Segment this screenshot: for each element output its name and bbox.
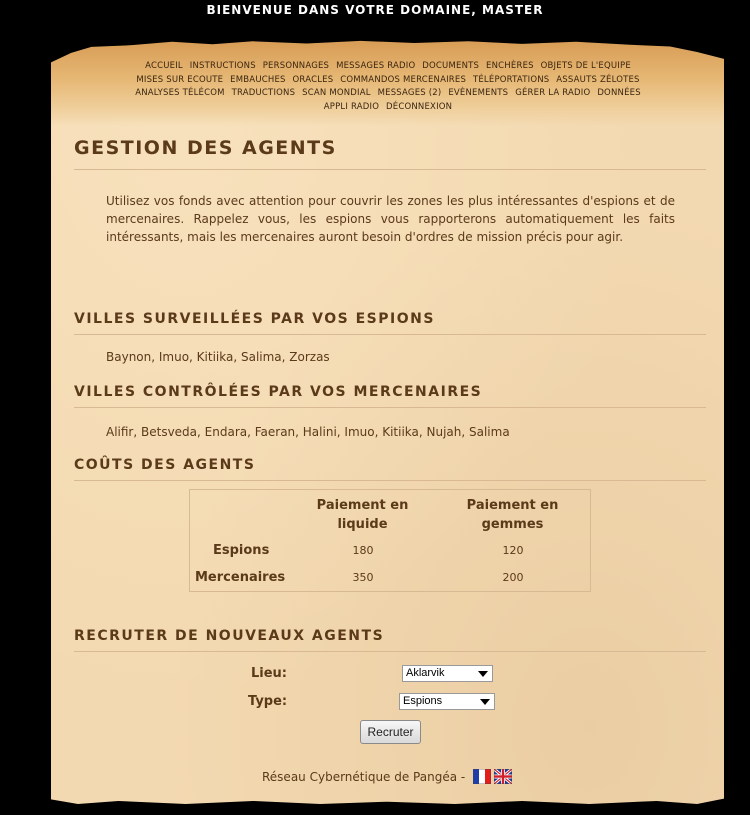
costs-header-cash: Paiement en liquide [305,496,420,534]
main-nav: ACCUEIL INSTRUCTIONS PERSONNAGES MESSAGE… [120,60,656,114]
nav-commandos-mercenaires[interactable]: COMMANDOS MERCENAIRES [340,75,466,85]
nav-donnees[interactable]: DONNÉES [597,88,641,98]
nav-line-4: APPLI RADIO DÉCONNEXION [120,101,656,115]
nav-mises-sur-ecoute[interactable]: MISES SUR ECOUTE [136,75,223,85]
type-select[interactable]: Espions [399,693,495,710]
nav-line-3: ANALYSES TÉLÉCOM TRADUCTIONS SCAN MONDIA… [120,87,656,101]
spies-section-title: VILLES SURVEILLÉES PAR VOS ESPIONS [74,311,706,335]
recruit-section-title: RECRUTER DE NOUVEAUX AGENTS [74,628,706,652]
intro-text: Utilisez vos fonds avec attention pour c… [106,194,675,244]
costs-cell: 350 [352,571,374,584]
nav-instructions[interactable]: INSTRUCTIONS [190,61,256,71]
costs-cell: 200 [502,571,524,584]
chevron-down-icon [480,699,490,705]
nav-encheres[interactable]: ENCHÈRES [486,61,534,71]
nav-evenements[interactable]: EVÈNEMENTS [448,88,508,98]
nav-analyses-telecom[interactable]: ANALYSES TÉLÉCOM [135,88,224,98]
costs-table: Paiement en liquide Paiement en gemmes E… [189,489,591,592]
costs-header-cash-line1: Paiement en [316,498,409,513]
lieu-select[interactable]: Aklarvik [402,665,493,682]
nav-teleportations[interactable]: TÉLÉPORTATIONS [473,75,549,85]
recruit-button[interactable]: Recruter [360,720,421,744]
welcome-banner: BIENVENUE DANS VOTRE DOMAINE, MASTER [206,3,544,17]
nav-documents[interactable]: DOCUMENTS [422,61,479,71]
spies-city-list: Baynon, Imuo, Kitiika, Salima, Zorzas [106,350,330,364]
uk-flag-icon[interactable] [494,769,512,784]
nav-line-2: MISES SUR ECOUTE EMBAUCHES ORACLES COMMA… [120,74,656,88]
french-flag-icon[interactable] [473,769,491,784]
costs-cell: 120 [502,544,524,557]
nav-oracles[interactable]: ORACLES [293,75,334,85]
mercs-section-title: VILLES CONTRÔLÉES PAR VOS MERCENAIRES [74,384,706,408]
page-title: GESTION DES AGENTS [74,137,706,170]
costs-header-gems: Paiement en gemmes [455,496,570,534]
nav-scan-mondial[interactable]: SCAN MONDIAL [302,88,371,98]
type-label: Type: [248,694,288,709]
costs-cell: 180 [352,544,374,557]
nav-traductions[interactable]: TRADUCTIONS [232,88,296,98]
mercs-city-list: Alifir, Betsveda, Endara, Faeran, Halini… [106,425,510,439]
nav-personnages[interactable]: PERSONNAGES [263,61,329,71]
nav-deconnexion[interactable]: DÉCONNEXION [386,102,452,112]
lieu-label: Lieu: [251,666,288,681]
costs-header-gems-line2: gemmes [481,517,544,532]
lieu-select-value: Aklarvik [406,667,445,679]
nav-messages[interactable]: MESSAGES (2) [378,88,442,98]
costs-row-label: Mercenaires [195,570,286,585]
nav-embauches[interactable]: EMBAUCHES [230,75,285,85]
nav-assauts-zelotes[interactable]: ASSAUTS ZÉLOTES [556,75,639,85]
nav-objets-equipe[interactable]: OBJETS DE L'EQUIPE [541,61,631,71]
nav-gerer-radio[interactable]: GÉRER LA RADIO [515,88,590,98]
costs-section-title: COÛTS DES AGENTS [74,457,706,481]
costs-row-label: Espions [213,543,270,558]
chevron-down-icon [478,671,488,677]
type-select-value: Espions [403,695,443,707]
nav-messages-radio[interactable]: MESSAGES RADIO [336,61,415,71]
nav-accueil[interactable]: ACCUEIL [145,61,183,71]
nav-appli-radio[interactable]: APPLI RADIO [324,102,379,112]
costs-header-cash-line2: liquide [337,517,388,532]
costs-header-gems-line1: Paiement en [466,498,559,513]
nav-line-1: ACCUEIL INSTRUCTIONS PERSONNAGES MESSAGE… [120,60,656,74]
footer-text: Réseau Cybernétique de Pangéa - [262,770,466,784]
